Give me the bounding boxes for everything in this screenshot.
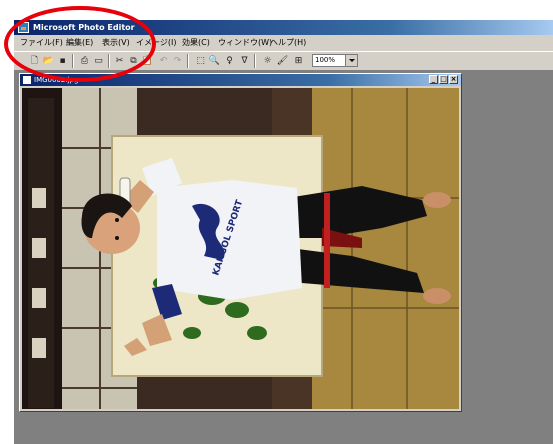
sun-effect-icon[interactable]: ☼ bbox=[261, 55, 274, 67]
document-window: IMG0002.jpg _ □ × KANGOL SPORT bbox=[19, 73, 462, 412]
minimize-button[interactable]: _ bbox=[429, 75, 438, 84]
zoom-select[interactable]: 100% bbox=[312, 54, 358, 67]
photo-canvas[interactable]: KANGOL SPORT bbox=[22, 88, 459, 409]
menu-effects[interactable]: 効果(C) bbox=[182, 35, 210, 51]
transparency-icon[interactable]: ∇ bbox=[238, 55, 251, 67]
menu-window[interactable]: ウィンドウ(W) bbox=[218, 35, 272, 51]
toolbar-separator bbox=[187, 54, 189, 68]
select-icon[interactable]: ⬚ bbox=[194, 55, 207, 67]
close-button[interactable]: × bbox=[449, 75, 458, 84]
toolbar-separator bbox=[254, 54, 256, 68]
zoom-icon[interactable]: 🔍 bbox=[208, 55, 221, 67]
paintbrush-icon[interactable]: 🖌 bbox=[276, 55, 289, 67]
photo-image: KANGOL SPORT bbox=[22, 88, 459, 409]
photo-editor-window: Microsoft Photo Editor ファイル(F) 編集(E) 表示(… bbox=[14, 20, 553, 444]
menu-help[interactable]: ヘルプ(H) bbox=[270, 35, 306, 51]
redo-icon[interactable]: ↷ bbox=[171, 55, 184, 67]
properties-icon[interactable]: ⊞ bbox=[292, 55, 305, 67]
red-highlight-circle bbox=[4, 6, 156, 82]
undo-icon[interactable]: ↶ bbox=[157, 55, 170, 67]
zoom-value: 100% bbox=[315, 56, 336, 64]
stamp-icon[interactable]: ♀ bbox=[223, 55, 236, 67]
chevron-down-icon[interactable] bbox=[345, 55, 357, 66]
document-icon bbox=[23, 76, 31, 84]
maximize-button[interactable]: □ bbox=[439, 75, 448, 84]
